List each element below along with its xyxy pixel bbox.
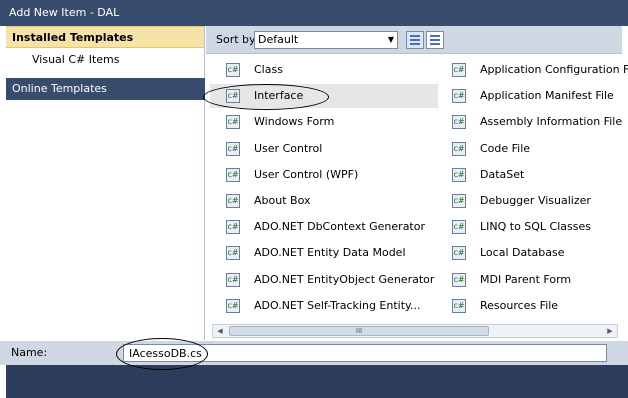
template-item-label: ADO.NET DbContext Generator [254, 220, 425, 234]
scroll-left-icon[interactable]: ◀ [214, 325, 226, 337]
template-item-right-2[interactable]: c# Assembly Information File [436, 110, 623, 134]
template-file-icon: c# [226, 272, 240, 287]
template-item-right-3[interactable]: c# Code File [436, 137, 620, 161]
sort-by-dropdown[interactable]: Default ▼ [254, 31, 398, 49]
scroll-right-icon[interactable]: ▶ [604, 325, 616, 337]
template-file-icon: c# [452, 141, 466, 156]
template-item-left-4[interactable]: c# User Control (WPF) [210, 163, 438, 187]
template-item-label: Interface [254, 89, 304, 103]
template-file-icon: c# [452, 194, 466, 208]
template-file-icon: c# [452, 220, 466, 235]
template-list-pane: Sort by: Default ▼ c# Class c# Interface c# W… [206, 26, 628, 340]
template-file-icon: c# [226, 167, 240, 182]
template-item-label: Windows Form [254, 115, 335, 129]
template-item-right-1[interactable]: c# Application Manifest File [436, 84, 620, 108]
template-file-icon: c# [226, 220, 240, 235]
template-file-icon: c# [452, 115, 466, 130]
template-item-right-4[interactable]: c# DataSet [436, 163, 620, 187]
template-item-label: ADO.NET EntityObject Generator [254, 272, 435, 286]
template-file-icon: c# [226, 115, 240, 130]
template-item-left-0[interactable]: c# Class [210, 58, 438, 82]
template-category-pane: Installed Templates Visual C# Items Onli… [6, 26, 205, 340]
name-input[interactable] [123, 344, 607, 362]
template-list: c# Class c# Interface c# Windows Form c# User C… [206, 56, 628, 322]
template-item-label: User Control (WPF) [254, 167, 359, 181]
template-item-right-7[interactable]: c# Local Database [436, 241, 620, 265]
horizontal-scrollbar[interactable]: ◀ III ▶ [212, 324, 618, 338]
template-item-left-3[interactable]: c# User Control [210, 137, 438, 161]
category-visual-csharp-items[interactable]: Visual C# Items [6, 48, 204, 72]
template-item-label: Local Database [480, 246, 565, 260]
template-item-left-2[interactable]: c# Windows Form [210, 110, 438, 134]
template-item-label: Application Manifest File [480, 89, 614, 103]
template-item-label: DataSet [480, 167, 525, 181]
template-file-icon: c# [452, 63, 466, 77]
template-item-left-8[interactable]: c# ADO.NET EntityObject Generator [210, 268, 438, 292]
template-file-icon: c# [452, 167, 466, 182]
name-row: Name: [0, 341, 628, 365]
small-icons-view-icon [430, 35, 440, 45]
template-item-label: User Control [254, 141, 323, 155]
chevron-down-icon: ▼ [387, 35, 394, 44]
template-file-icon: c# [452, 246, 466, 261]
template-file-icon: c# [226, 194, 240, 208]
list-view-icon [410, 35, 420, 45]
template-item-right-6[interactable]: c# LINQ to SQL Classes [436, 215, 620, 239]
window-title: Add New Item - DAL [0, 0, 628, 26]
template-item-label: Class [254, 63, 283, 76]
template-item-left-6[interactable]: c# ADO.NET DbContext Generator [210, 215, 438, 239]
template-item-label: ADO.NET Entity Data Model [254, 246, 406, 260]
template-item-left-9[interactable]: c# ADO.NET Self-Tracking Entity... [210, 294, 438, 318]
template-file-icon: c# [226, 89, 240, 104]
template-file-icon: c# [226, 63, 240, 77]
template-item-left-5[interactable]: c# About Box [210, 189, 438, 213]
list-view-button[interactable] [406, 31, 424, 49]
template-file-icon: c# [226, 298, 240, 313]
template-file-icon: c# [226, 246, 240, 261]
template-item-label: MDI Parent Form [480, 272, 572, 286]
template-item-label: Debugger Visualizer [480, 194, 591, 207]
template-item-label: ADO.NET Self-Tracking Entity... [254, 298, 421, 312]
sort-toolbar: Sort by: Default ▼ [206, 26, 622, 54]
template-item-label: LINQ to SQL Classes [480, 220, 591, 234]
online-templates-header[interactable]: Online Templates [6, 78, 205, 100]
name-label: Name: [11, 346, 48, 359]
template-item-right-9[interactable]: c# Resources File [436, 294, 620, 318]
template-item-label: Code File [480, 141, 531, 155]
template-item-label: Application Configuration File [480, 63, 628, 76]
template-item-label: Assembly Information File [480, 115, 623, 129]
template-file-icon: c# [452, 298, 466, 313]
template-item-right-8[interactable]: c# MDI Parent Form [436, 268, 620, 292]
template-file-icon: c# [452, 89, 466, 104]
dialog-footer [6, 365, 628, 398]
sort-by-label: Sort by: [216, 33, 259, 46]
scrollbar-thumb[interactable]: III [229, 326, 489, 336]
installed-templates-header[interactable]: Installed Templates [6, 26, 204, 48]
template-item-left-1[interactable]: c# Interface [210, 84, 438, 109]
template-item-left-7[interactable]: c# ADO.NET Entity Data Model [210, 241, 438, 265]
template-file-icon: c# [452, 272, 466, 287]
template-item-label: About Box [254, 194, 311, 207]
sort-by-value: Default [258, 33, 299, 46]
template-item-right-5[interactable]: c# Debugger Visualizer [436, 189, 620, 213]
template-item-label: Resources File [480, 298, 559, 312]
small-icons-view-button[interactable] [426, 31, 444, 49]
template-item-right-0[interactable]: c# Application Configuration File [436, 58, 628, 82]
template-file-icon: c# [226, 141, 240, 156]
